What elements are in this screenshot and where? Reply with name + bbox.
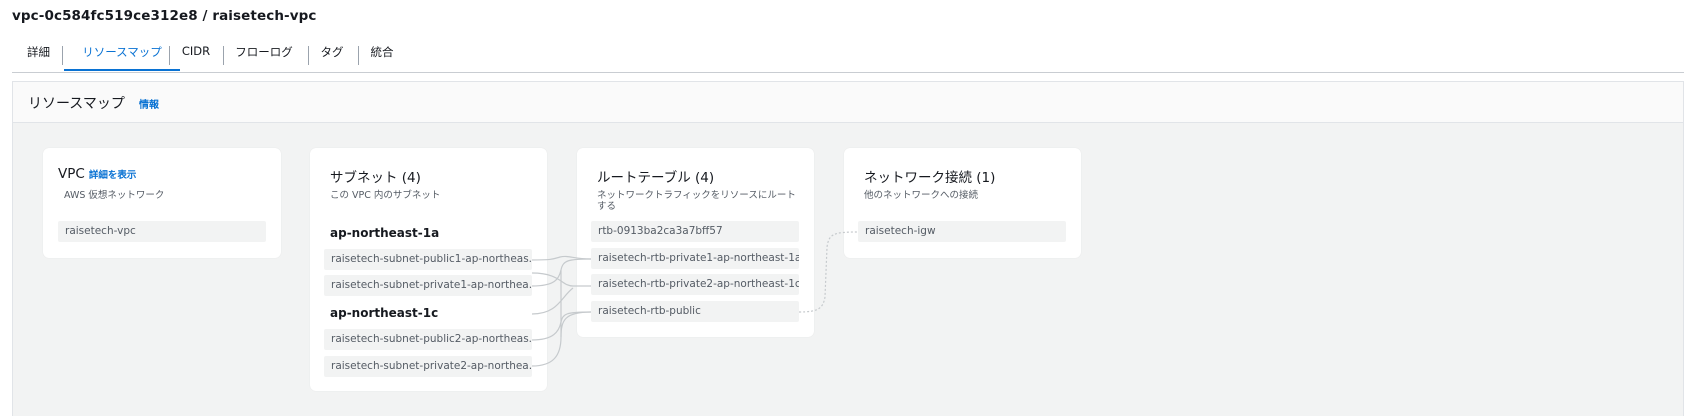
tab-tags[interactable]: タグ (316, 44, 348, 70)
tab-divider (308, 46, 309, 65)
tab-details[interactable]: 詳細 (27, 44, 50, 70)
tab-divider (62, 46, 63, 65)
tab-flow-logs[interactable]: フローログ (232, 44, 296, 70)
info-link[interactable]: 情報 (139, 96, 159, 111)
vpc-card-title: VPC 詳細を表示 (58, 166, 136, 182)
tab-bar: 詳細 リソースマップ CIDR フローログ タグ 統合 (12, 44, 1684, 73)
subnet-item[interactable]: raisetech-subnet-public2-ap-northeas... (324, 329, 532, 350)
route-table-item[interactable]: raisetech-rtb-public (591, 301, 799, 322)
route-table-card-title: ルートテーブル (4) (597, 170, 715, 186)
panel-header: リソースマップ 情報 (13, 82, 1683, 123)
network-connections-card-title: ネットワーク接続 (1) (864, 170, 996, 186)
subnet-item[interactable]: raisetech-subnet-private1-ap-northea... (324, 275, 532, 296)
route-table-item[interactable]: raisetech-rtb-private2-ap-northeast-1c (591, 274, 799, 295)
tab-divider (169, 46, 170, 65)
subnet-item[interactable]: raisetech-subnet-public1-ap-northeas... (324, 249, 532, 270)
network-connection-item[interactable]: raisetech-igw (858, 221, 1066, 242)
tab-integrations[interactable]: 統合 (366, 44, 398, 70)
resource-map-panel: リソースマップ 情報 VPC 詳細を表示 AWS 仮想ネットワーク raisete… (12, 81, 1684, 416)
view-details-link[interactable]: 詳細を表示 (89, 170, 137, 181)
network-connections-card-desc: 他のネットワークへの接続 (864, 190, 979, 201)
tab-cidr[interactable]: CIDR (177, 44, 215, 70)
subnet-item[interactable]: raisetech-subnet-private2-ap-northea... (324, 356, 532, 377)
az-label-1a: ap-northeast-1a (330, 226, 440, 240)
route-table-card: ルートテーブル (4) ネットワークトラフィックをリソースにルートする rtb-… (577, 148, 814, 337)
route-table-card-desc: ネットワークトラフィックをリソースにルートする (597, 190, 796, 212)
panel-title: リソースマップ (28, 96, 125, 112)
route-table-item[interactable]: rtb-0913ba2ca3a7bff57 (591, 221, 799, 242)
vpc-card: VPC 詳細を表示 AWS 仮想ネットワーク raisetech-vpc (43, 148, 281, 258)
tab-divider (223, 46, 224, 65)
subnet-card: サブネット (4) この VPC 内のサブネット ap-northeast-1a… (310, 148, 547, 391)
vpc-card-desc: AWS 仮想ネットワーク (64, 190, 165, 201)
vpc-item[interactable]: raisetech-vpc (58, 221, 266, 242)
az-label-1c: ap-northeast-1c (330, 306, 439, 320)
route-table-item[interactable]: raisetech-rtb-private1-ap-northeast-1a (591, 248, 799, 269)
subnet-card-title: サブネット (4) (330, 170, 421, 186)
network-connections-card: ネットワーク接続 (1) 他のネットワークへの接続 raisetech-igw (844, 148, 1081, 258)
vpc-card-title-text: VPC (58, 166, 85, 182)
page-title: vpc-0c584fc519ce312e8 / raisetech-vpc (12, 8, 317, 24)
subnet-card-desc: この VPC 内のサブネット (330, 190, 441, 201)
tab-resource-map[interactable]: リソースマップ (64, 44, 180, 71)
tab-divider (358, 46, 359, 65)
